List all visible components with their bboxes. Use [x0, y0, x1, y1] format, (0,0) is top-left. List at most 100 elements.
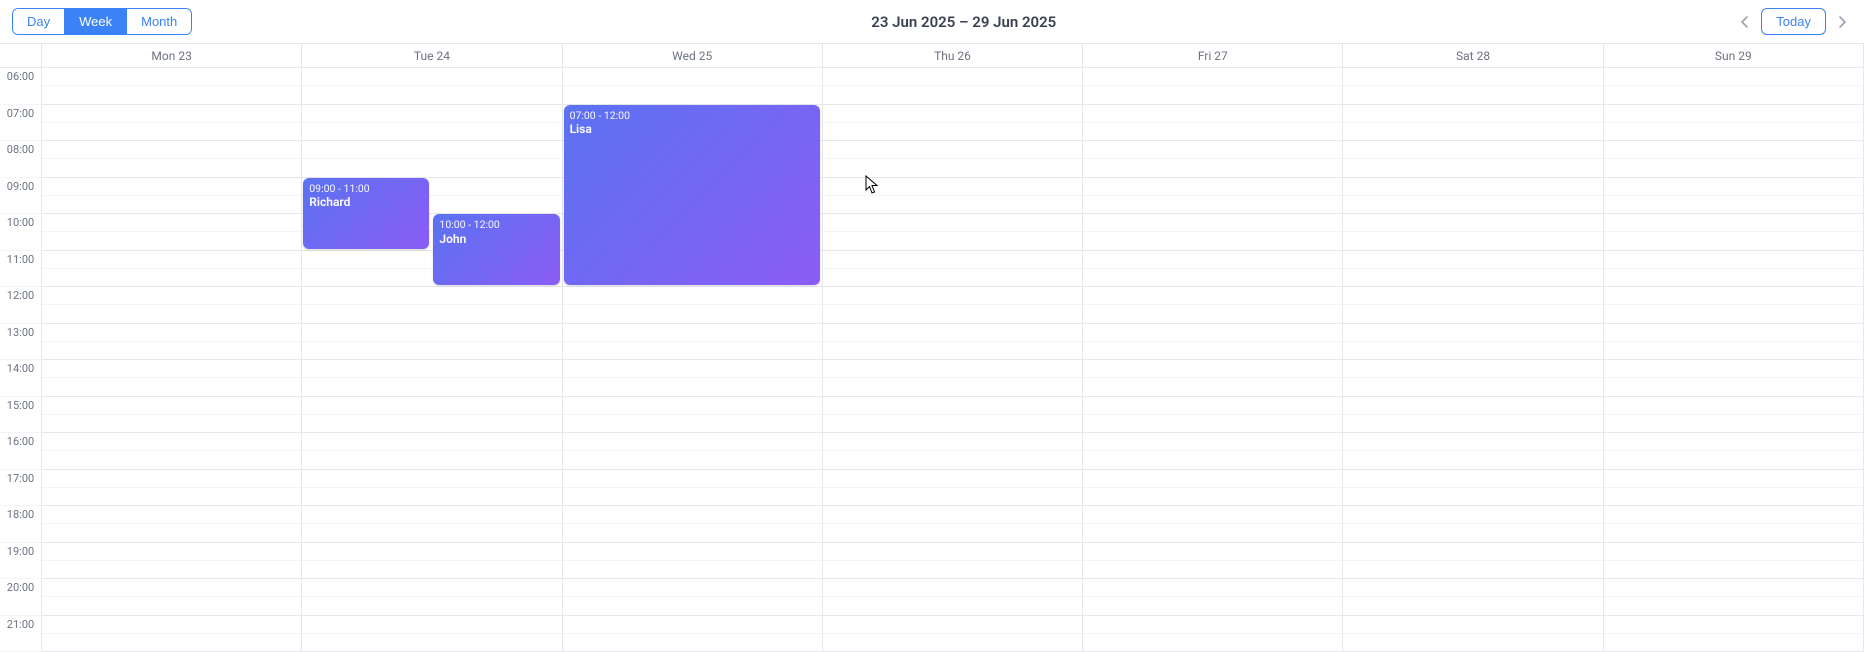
time-slot[interactable] — [1604, 324, 1864, 342]
view-month-button[interactable]: Month — [126, 9, 191, 34]
time-slot[interactable] — [823, 360, 1083, 378]
time-slot[interactable] — [1343, 397, 1603, 415]
time-slot[interactable] — [1343, 579, 1603, 597]
time-slot[interactable] — [1083, 214, 1343, 232]
time-slot[interactable] — [42, 123, 302, 141]
time-slot[interactable] — [302, 141, 562, 159]
time-slot[interactable] — [1343, 561, 1603, 579]
time-slot[interactable] — [1604, 269, 1864, 287]
time-slot[interactable] — [42, 561, 302, 579]
time-slot[interactable] — [823, 378, 1083, 396]
time-slot[interactable] — [42, 86, 302, 104]
time-slot[interactable] — [823, 123, 1083, 141]
time-slot[interactable] — [1083, 251, 1343, 269]
time-slot[interactable] — [1083, 433, 1343, 451]
time-slot[interactable] — [823, 597, 1083, 615]
time-slot[interactable] — [1343, 488, 1603, 506]
time-slot[interactable] — [302, 451, 562, 469]
time-slot[interactable] — [823, 86, 1083, 104]
time-slot[interactable] — [563, 378, 823, 396]
time-slot[interactable] — [1604, 251, 1864, 269]
time-slot[interactable] — [1083, 68, 1343, 86]
time-slot[interactable] — [823, 68, 1083, 86]
time-slot[interactable] — [1083, 123, 1343, 141]
time-slot[interactable] — [1343, 543, 1603, 561]
time-slot[interactable] — [823, 616, 1083, 634]
time-slot[interactable] — [302, 616, 562, 634]
time-slot[interactable] — [302, 433, 562, 451]
time-slot[interactable] — [563, 561, 823, 579]
time-slot[interactable] — [1604, 488, 1864, 506]
time-slot[interactable] — [563, 597, 823, 615]
time-slot[interactable] — [823, 579, 1083, 597]
time-slot[interactable] — [563, 579, 823, 597]
time-slot[interactable] — [1343, 342, 1603, 360]
time-slot[interactable] — [42, 141, 302, 159]
time-slot[interactable] — [42, 342, 302, 360]
time-slot[interactable] — [1604, 305, 1864, 323]
time-slot[interactable] — [563, 543, 823, 561]
time-slot[interactable] — [42, 524, 302, 542]
time-slot[interactable] — [42, 506, 302, 524]
time-slot[interactable] — [302, 324, 562, 342]
time-slot[interactable] — [823, 543, 1083, 561]
time-slot[interactable] — [823, 451, 1083, 469]
time-slot[interactable] — [563, 470, 823, 488]
time-slot[interactable] — [42, 269, 302, 287]
time-slot[interactable] — [1083, 470, 1343, 488]
time-slot[interactable] — [1343, 159, 1603, 177]
time-slot[interactable] — [1604, 378, 1864, 396]
time-slot[interactable] — [563, 342, 823, 360]
time-slot[interactable] — [302, 342, 562, 360]
time-slot[interactable] — [823, 561, 1083, 579]
calendar-grid[interactable]: Mon 23Tue 24Wed 25Thu 26Fri 27Sat 28Sun … — [0, 44, 1864, 652]
time-slot[interactable] — [42, 105, 302, 123]
time-slot[interactable] — [1083, 451, 1343, 469]
time-slot[interactable] — [823, 397, 1083, 415]
time-slot[interactable] — [1343, 86, 1603, 104]
time-slot[interactable] — [1343, 415, 1603, 433]
time-slot[interactable] — [823, 269, 1083, 287]
time-slot[interactable] — [823, 524, 1083, 542]
time-slot[interactable] — [1343, 451, 1603, 469]
time-slot[interactable] — [1604, 597, 1864, 615]
time-slot[interactable] — [42, 488, 302, 506]
time-slot[interactable] — [1343, 360, 1603, 378]
time-slot[interactable] — [563, 634, 823, 652]
time-slot[interactable] — [1604, 397, 1864, 415]
time-slot[interactable] — [1343, 178, 1603, 196]
time-slot[interactable] — [823, 506, 1083, 524]
time-slot[interactable] — [823, 196, 1083, 214]
time-slot[interactable] — [1604, 433, 1864, 451]
time-slot[interactable] — [1083, 488, 1343, 506]
time-slot[interactable] — [1604, 159, 1864, 177]
time-slot[interactable] — [42, 251, 302, 269]
time-slot[interactable] — [1604, 451, 1864, 469]
time-slot[interactable] — [42, 287, 302, 305]
time-slot[interactable] — [1083, 616, 1343, 634]
time-slot[interactable] — [1083, 86, 1343, 104]
time-slot[interactable] — [1604, 342, 1864, 360]
time-slot[interactable] — [563, 397, 823, 415]
time-slot[interactable] — [823, 214, 1083, 232]
time-slot[interactable] — [1083, 342, 1343, 360]
time-slot[interactable] — [1343, 68, 1603, 86]
time-slot[interactable] — [1083, 378, 1343, 396]
time-slot[interactable] — [1083, 415, 1343, 433]
calendar-event[interactable]: 07:00 - 12:00Lisa — [564, 105, 820, 286]
time-slot[interactable] — [563, 524, 823, 542]
time-slot[interactable] — [1604, 287, 1864, 305]
time-slot[interactable] — [1343, 634, 1603, 652]
time-slot[interactable] — [42, 378, 302, 396]
time-slot[interactable] — [1083, 506, 1343, 524]
time-slot[interactable] — [42, 214, 302, 232]
time-slot[interactable] — [1343, 232, 1603, 250]
time-slot[interactable] — [302, 415, 562, 433]
time-slot[interactable] — [1604, 360, 1864, 378]
time-slot[interactable] — [1083, 159, 1343, 177]
time-slot[interactable] — [823, 178, 1083, 196]
time-slot[interactable] — [302, 360, 562, 378]
time-slot[interactable] — [1083, 324, 1343, 342]
time-slot[interactable] — [1083, 105, 1343, 123]
calendar-event[interactable]: 10:00 - 12:00John — [433, 214, 559, 285]
